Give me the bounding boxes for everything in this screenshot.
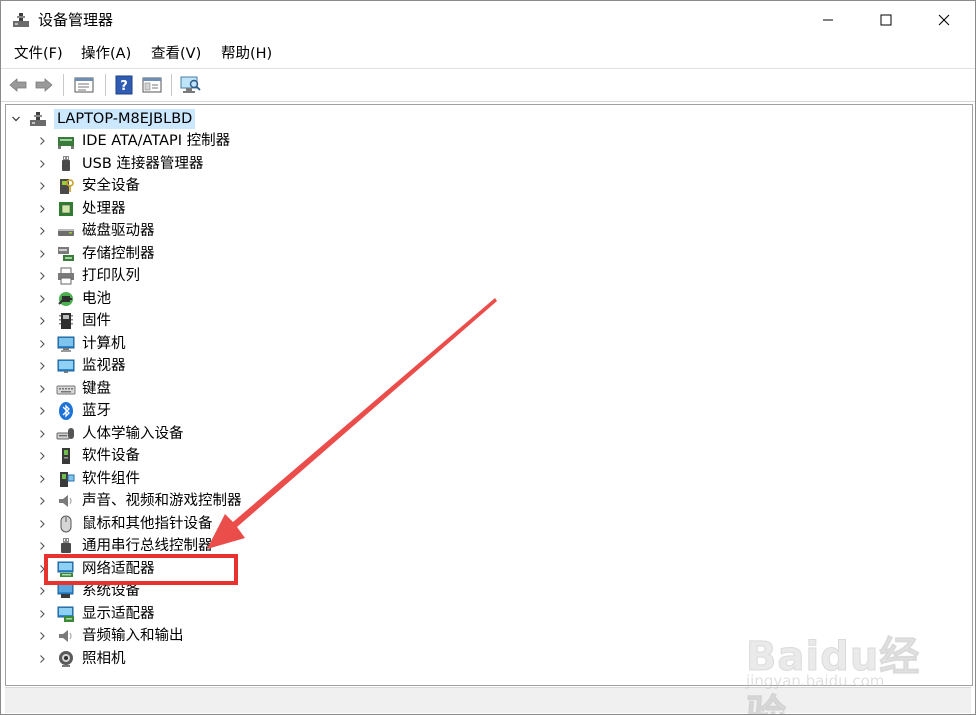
watermark-logo: Baidu经验 — [746, 634, 921, 715]
watermark: Baidu经验 jingyan.baidu.com — [746, 624, 936, 715]
device-manager-window: 设备管理器 文件(F) 操作(A) 查看(V) 帮助(H) ? LAPTOP-M… — [0, 0, 976, 715]
watermark-url: jingyan.baidu.com — [746, 672, 885, 690]
annotation-arrow — [207, 298, 497, 549]
